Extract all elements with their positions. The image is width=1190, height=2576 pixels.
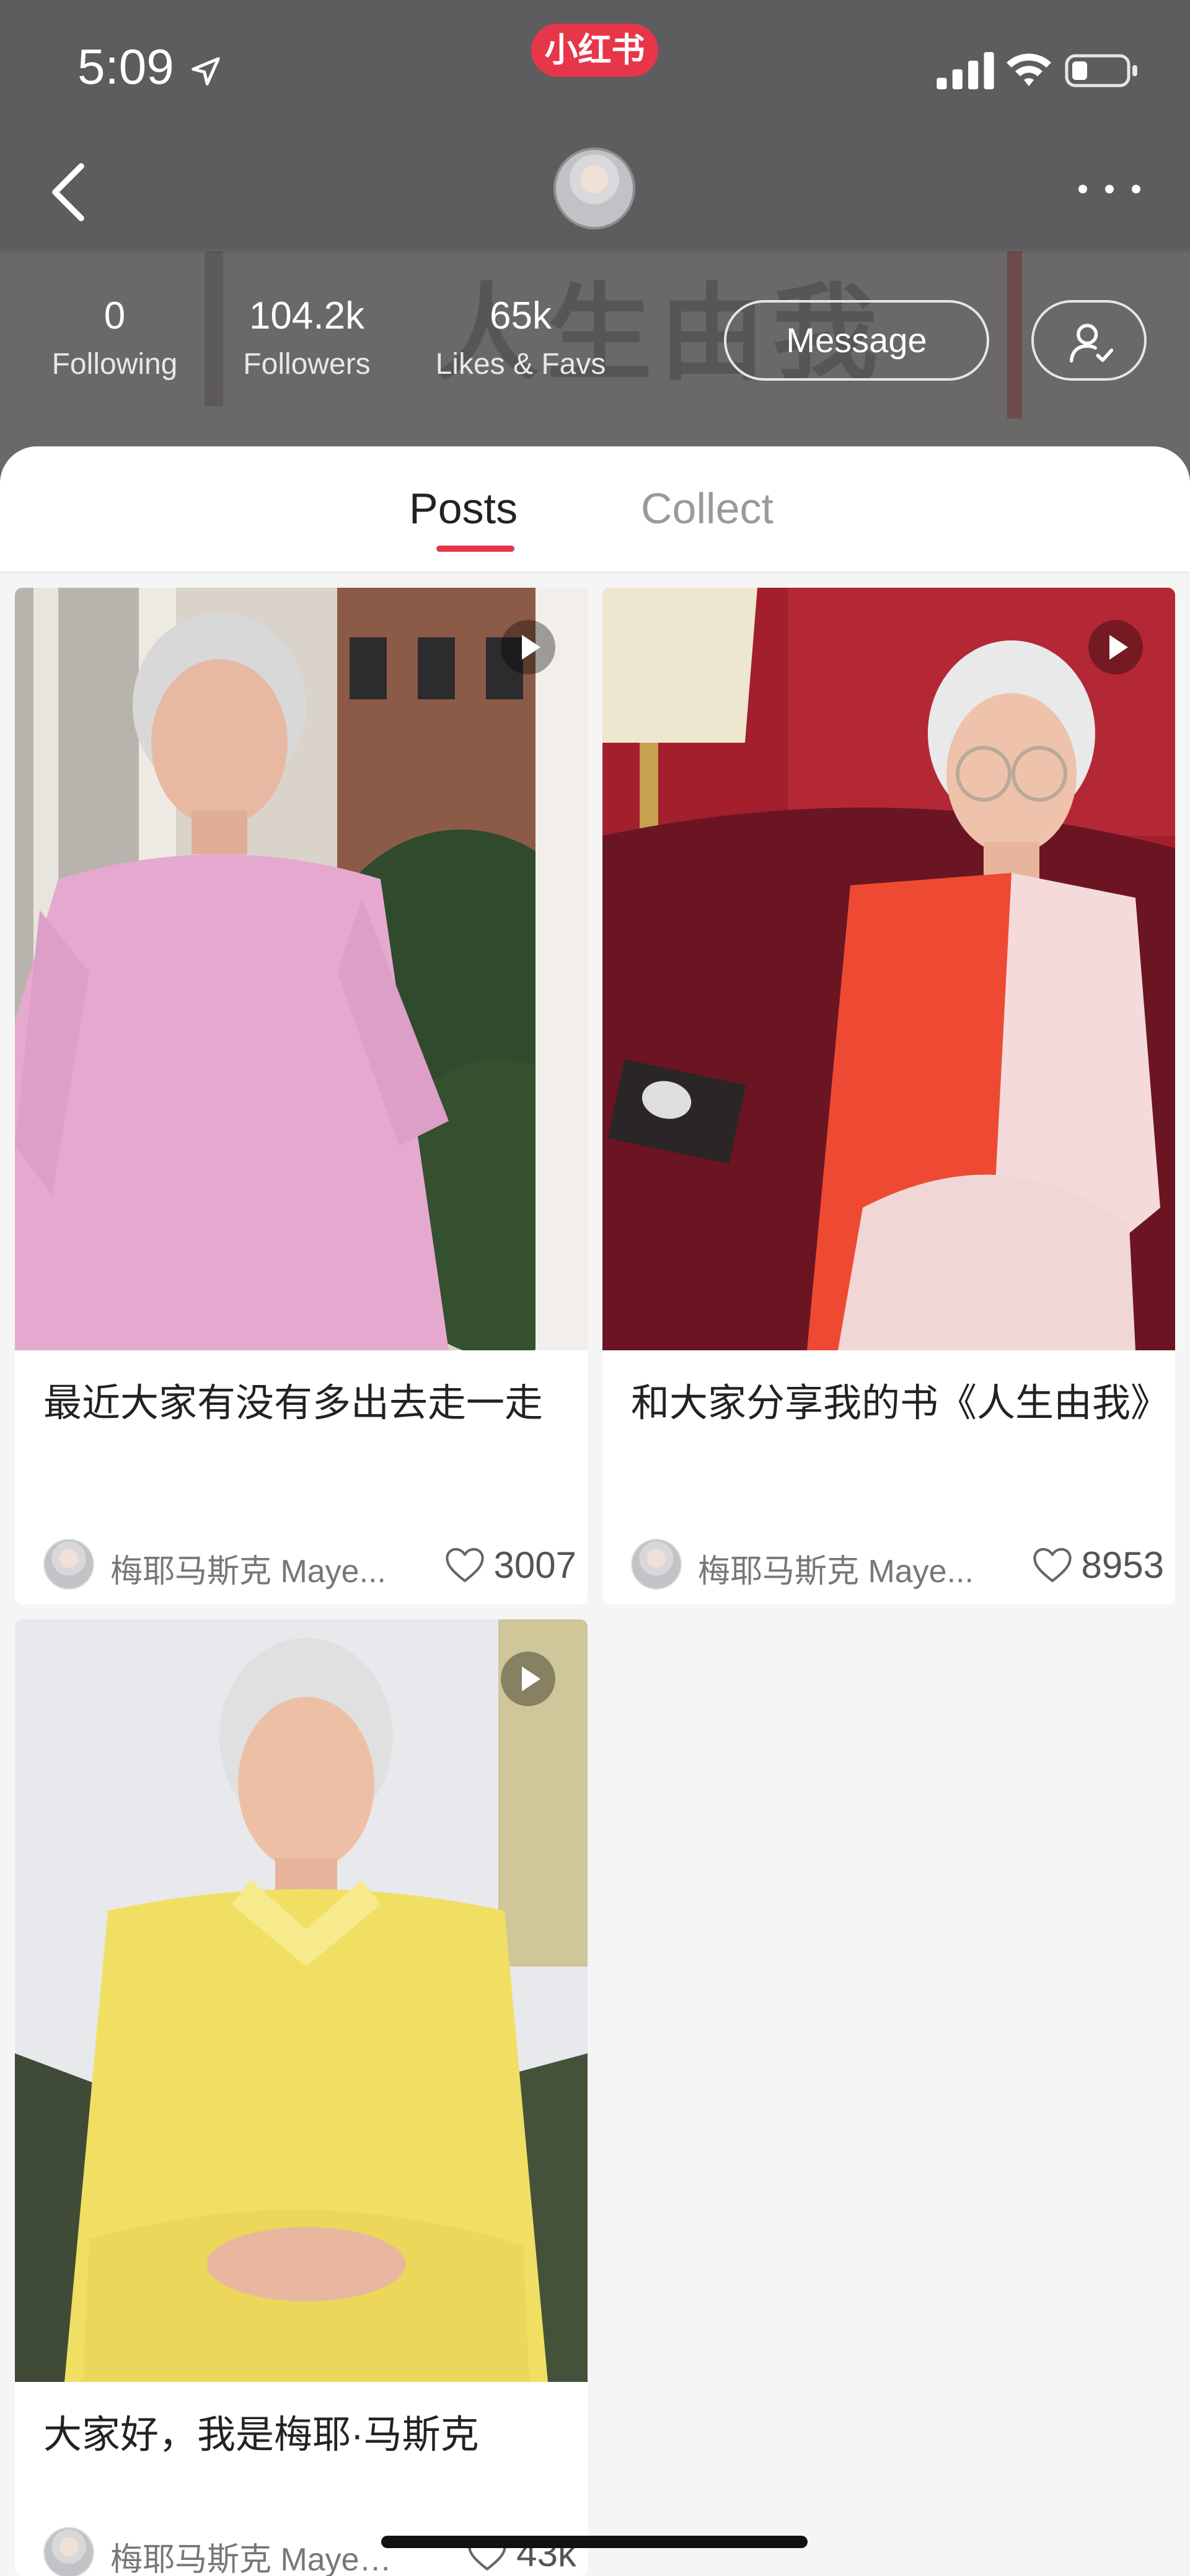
like-button[interactable]: 8953 [1032,1540,1164,1590]
post-cover-illustration [15,588,588,1350]
like-button[interactable]: 3007 [444,1540,576,1590]
cellular-signal-icon [937,52,994,89]
stat-label: Following [51,348,178,381]
post-title: 最近大家有没有多出去走一走 [43,1382,544,1425]
heart-icon [445,1547,484,1582]
like-count: 3007 [493,1544,576,1586]
stat-value: 65k [490,294,552,337]
post-meta: 梅耶马斯克 Maye... 8953 [631,1536,1164,1592]
post-title: 和大家分享我的书《人生由我》 [631,1382,1170,1425]
banner-decoration [205,251,223,406]
author-avatar[interactable] [43,2527,94,2576]
location-arrow-icon [192,57,220,86]
post-cover-illustration [602,588,1175,1350]
tab-bar: Posts Collect [0,446,1190,573]
post-card[interactable]: 大家好，我是梅耶·马斯克 梅耶马斯克 MayeM... 43k [15,1619,588,2576]
author-avatar[interactable] [631,1539,682,1590]
message-button[interactable]: Message [724,300,989,381]
author-name[interactable]: 梅耶马斯克 Maye... [698,1545,983,1591]
post-title: 大家好，我是梅耶·马斯克 [43,2414,479,2456]
stat-label: Followers [243,348,371,381]
tab-collect[interactable]: Collect [641,484,774,533]
video-play-icon [501,620,555,675]
post-meta: 梅耶马斯克 MayeM... 43k [43,2525,576,2576]
stat-following[interactable]: 0 Following [37,291,192,384]
post-cover-image[interactable] [15,1619,588,2382]
wifi-icon [1007,53,1051,86]
post-cover-illustration [15,1619,588,2382]
more-dots-icon[interactable] [1075,180,1144,198]
stat-likes-favs[interactable]: 65k Likes & Favs [421,291,620,384]
content-sheet: Posts Collect 最近大家有没有多出去走一走 梅耶马斯克 Maye..… [0,446,1190,2576]
post-cover-image[interactable] [15,588,588,1350]
post-cover-image[interactable] [602,588,1175,1350]
stat-value: 104.2k [249,294,365,337]
post-card[interactable]: 和大家分享我的书《人生由我》 梅耶马斯克 Maye... 8953 [602,588,1175,1604]
user-check-icon [1069,324,1114,363]
tab-posts[interactable]: Posts [409,484,518,533]
home-indicator[interactable] [381,2536,808,2548]
active-tab-indicator [436,546,514,552]
author-name[interactable]: 梅耶马斯克 Maye... [110,1545,395,1591]
video-play-icon [1088,620,1143,675]
profile-avatar[interactable] [553,148,635,229]
banner-decoration [1007,251,1022,418]
video-play-icon [501,1652,555,1706]
back-chevron-icon[interactable] [50,162,87,222]
stat-label: Likes & Favs [435,348,606,381]
profile-header: 人生由我 5:09 小红书 0 Following 104.2k Followe… [0,0,1190,484]
heart-icon [1033,1547,1072,1582]
status-time: 5:09 [77,39,174,94]
like-count: 8953 [1081,1544,1164,1586]
follow-status-button[interactable] [1031,300,1147,381]
post-meta: 梅耶马斯克 Maye... 3007 [43,1536,576,1592]
author-avatar[interactable] [43,1539,94,1590]
stat-value: 0 [104,294,126,337]
battery-icon [1065,54,1137,87]
app-brand-badge: 小红书 [531,24,658,77]
post-card[interactable]: 最近大家有没有多出去走一走 梅耶马斯克 Maye... 3007 [15,588,588,1604]
author-name[interactable]: 梅耶马斯克 MayeM... [110,2533,395,2576]
stat-followers[interactable]: 104.2k Followers [229,291,384,384]
